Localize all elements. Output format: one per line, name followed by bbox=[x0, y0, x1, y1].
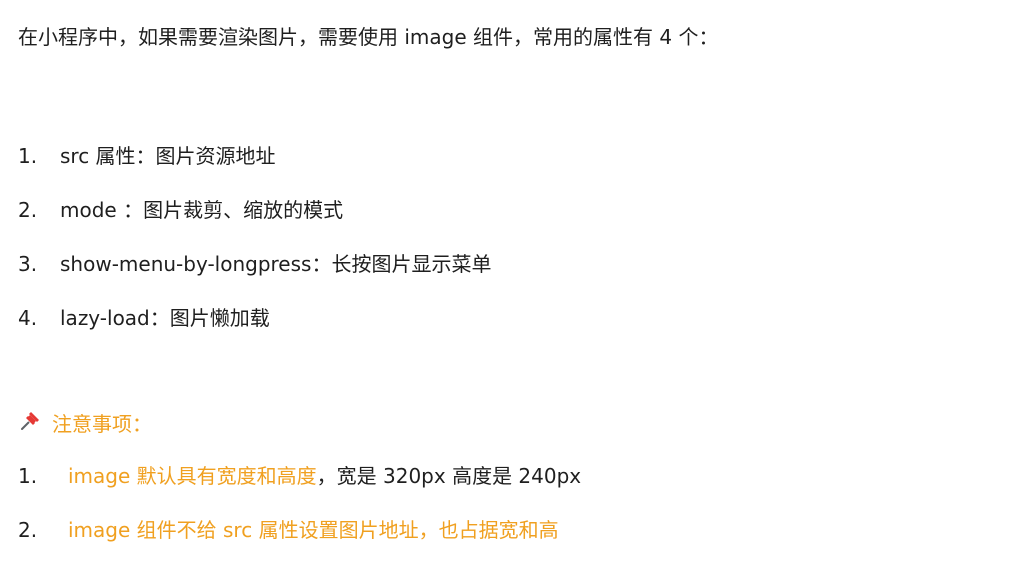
note-item: 2. image 组件不给 src 属性设置图片地址，也占据宽和高 bbox=[18, 516, 559, 544]
list-item: 4. lazy-load：图片懒加载 bbox=[18, 304, 270, 332]
list-item: 3. show-menu-by-longpress：长按图片显示菜单 bbox=[18, 250, 491, 278]
list-item: 1. src 属性：图片资源地址 bbox=[18, 142, 276, 170]
note-highlight: image 默认具有宽度和高度 bbox=[68, 464, 317, 488]
intro-paragraph: 在小程序中，如果需要渲染图片，需要使用 image 组件，常用的属性有 4 个： bbox=[18, 25, 719, 49]
notes-title: 注意事项： bbox=[52, 412, 152, 436]
note-highlight: image 组件不给 src 属性设置图片地址，也占据宽和高 bbox=[68, 518, 559, 542]
list-text: show-menu-by-longpress：长按图片显示菜单 bbox=[60, 252, 492, 276]
pushpin-icon bbox=[18, 409, 44, 440]
list-number: 2. bbox=[18, 198, 38, 222]
list-text: lazy-load：图片懒加载 bbox=[60, 306, 270, 330]
list-number: 3. bbox=[18, 252, 38, 276]
list-text: mode ：图片裁剪、缩放的模式 bbox=[60, 198, 344, 222]
list-text: src 属性：图片资源地址 bbox=[60, 144, 276, 168]
document: 在小程序中，如果需要渲染图片，需要使用 image 组件，常用的属性有 4 个：… bbox=[0, 0, 1028, 568]
list-item: 2. mode ：图片裁剪、缩放的模式 bbox=[18, 196, 343, 224]
note-number: 2. bbox=[18, 518, 38, 542]
notes-heading: 注意事项： bbox=[18, 407, 152, 438]
list-number: 4. bbox=[18, 306, 38, 330]
note-text: ，宽是 320px 高度是 240px bbox=[316, 464, 582, 488]
list-number: 1. bbox=[18, 144, 38, 168]
note-item: 1. image 默认具有宽度和高度，宽是 320px 高度是 240px bbox=[18, 462, 581, 490]
note-number: 1. bbox=[18, 464, 38, 488]
